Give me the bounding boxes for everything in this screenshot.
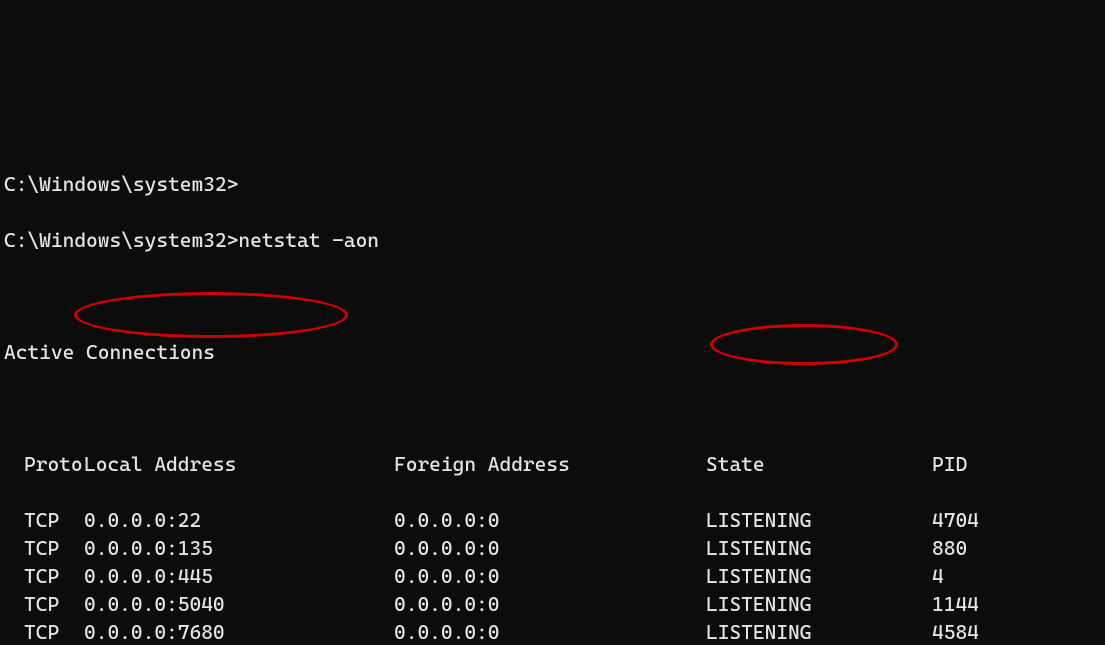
cell-pid: 4704 xyxy=(932,506,1052,534)
connection-row: TCP0.0.0.0:220.0.0.0:0LISTENING4704 xyxy=(4,506,1105,534)
cell-foreign: 0.0.0.0:0 xyxy=(394,562,706,590)
cell-local: 0.0.0.0:5040 xyxy=(84,590,394,618)
cell-proto: TCP xyxy=(4,562,84,590)
section-title: Active Connections xyxy=(4,338,1105,366)
header-row: ProtoLocal AddressForeign AddressStatePI… xyxy=(4,450,1105,478)
connection-row: TCP0.0.0.0:1350.0.0.0:0LISTENING880 xyxy=(4,534,1105,562)
cell-pid: 1144 xyxy=(932,590,1052,618)
cell-state: LISTENING xyxy=(706,590,932,618)
cell-state: LISTENING xyxy=(706,562,932,590)
cell-proto: TCP xyxy=(4,534,84,562)
terminal-window[interactable]: C:\Windows\system32> C:\Windows\system32… xyxy=(0,140,1105,645)
connection-row: TCP0.0.0.0:50400.0.0.0:0LISTENING1144 xyxy=(4,590,1105,618)
cell-foreign: 0.0.0.0:0 xyxy=(394,534,706,562)
prompt-2: C:\Windows\system32> xyxy=(4,228,238,252)
cell-state: LISTENING xyxy=(706,618,932,645)
connection-row: TCP0.0.0.0:4450.0.0.0:0LISTENING4 xyxy=(4,562,1105,590)
header-state: State xyxy=(706,450,932,478)
command-text: netstat -aon xyxy=(238,228,379,252)
cell-local: 0.0.0.0:135 xyxy=(84,534,394,562)
cell-pid: 4 xyxy=(932,562,1052,590)
prompt-line-2: C:\Windows\system32>netstat -aon xyxy=(4,226,1105,254)
prompt-line-1: C:\Windows\system32> xyxy=(4,170,1105,198)
cell-local: 0.0.0.0:22 xyxy=(84,506,394,534)
header-foreign: Foreign Address xyxy=(394,450,706,478)
cell-foreign: 0.0.0.0:0 xyxy=(394,590,706,618)
header-pid: PID xyxy=(932,450,1052,478)
cell-proto: TCP xyxy=(4,506,84,534)
header-proto: Proto xyxy=(4,450,84,478)
connection-row: TCP0.0.0.0:76800.0.0.0:0LISTENING4584 xyxy=(4,618,1105,645)
cell-foreign: 0.0.0.0:0 xyxy=(394,506,706,534)
cell-state: LISTENING xyxy=(706,534,932,562)
cell-pid: 4584 xyxy=(932,618,1052,645)
cell-local: 0.0.0.0:445 xyxy=(84,562,394,590)
cell-proto: TCP xyxy=(4,618,84,645)
cell-local: 0.0.0.0:7680 xyxy=(84,618,394,645)
cell-state: LISTENING xyxy=(706,506,932,534)
connection-rows: TCP0.0.0.0:220.0.0.0:0LISTENING4704TCP0.… xyxy=(4,506,1105,645)
blank-line xyxy=(4,394,1105,422)
prompt-1: C:\Windows\system32> xyxy=(4,172,238,196)
header-local: Local Address xyxy=(84,450,394,478)
blank-line xyxy=(4,282,1105,310)
cell-proto: TCP xyxy=(4,590,84,618)
cell-pid: 880 xyxy=(932,534,1052,562)
cell-foreign: 0.0.0.0:0 xyxy=(394,618,706,645)
